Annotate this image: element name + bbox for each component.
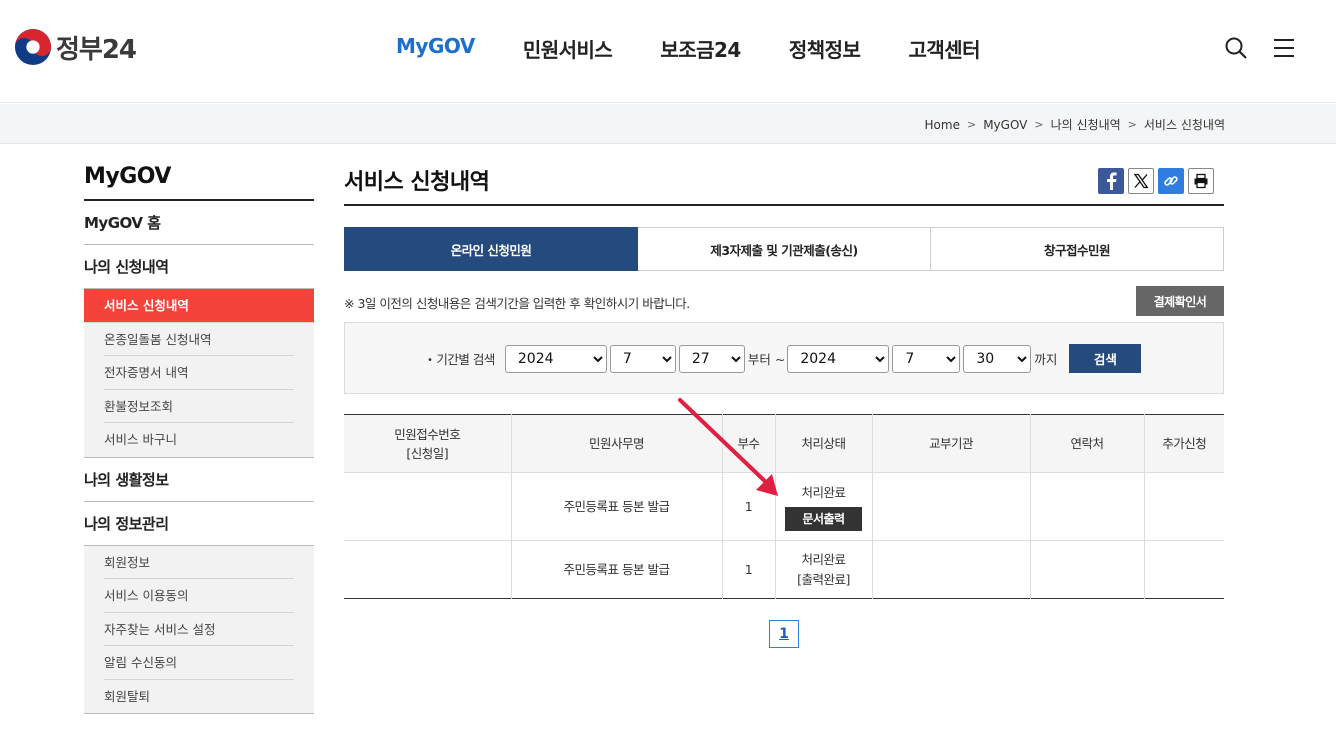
period-search-form: • 기간별 검색 2024 7 27 부터 ~ 2024 7 30 까지 검색 xyxy=(427,344,1142,373)
header-icons xyxy=(1224,36,1296,60)
x-share-button[interactable] xyxy=(1128,168,1154,194)
col-apply-date-label: [신청일] xyxy=(406,445,449,461)
payment-confirmation-button[interactable]: 결제확인서 xyxy=(1136,286,1224,316)
sidebar-item-service-consent[interactable]: 서비스 이용동의 xyxy=(104,579,294,613)
sidebar-item-mygov-home[interactable]: MyGOV 홈 xyxy=(84,201,314,245)
sidebar-item-my-life-info[interactable]: 나의 생활정보 xyxy=(84,458,314,502)
nav-customer-center[interactable]: 고객센터 xyxy=(884,34,1004,63)
col-receipt-number-label: 민원접수번호 xyxy=(394,426,461,442)
breadcrumb-mygov[interactable]: MyGOV xyxy=(983,118,1027,132)
application-tabs: 온라인 신청민원 제3자제출 및 기관제출(송신) 창구접수민원 xyxy=(344,227,1224,271)
link-icon xyxy=(1164,176,1178,186)
sidebar-item-favorite-services[interactable]: 자주찾는 서비스 설정 xyxy=(104,613,294,646)
col-contact: 연락처 xyxy=(1029,414,1144,473)
nav-civil-service[interactable]: 민원서비스 xyxy=(499,34,637,63)
page-title: 서비스 신청내역 xyxy=(344,164,1224,206)
cell-additional-request xyxy=(1143,472,1224,541)
from-text: 부터 ~ xyxy=(747,352,786,367)
cell-issuing-agency xyxy=(871,472,1030,541)
page-number-current[interactable]: 1 xyxy=(769,620,799,648)
from-year-select[interactable]: 2024 xyxy=(504,344,607,373)
cell-contact xyxy=(1029,540,1144,599)
breadcrumb-bar: Home > MyGOV > 나의 신청내역 > 서비스 신청내역 xyxy=(0,104,1336,144)
search-notice: ※ 3일 이전의 신청내용은 검색기간을 입력한 후 확인하시기 바랍니다. xyxy=(344,296,690,311)
copy-link-button[interactable] xyxy=(1158,168,1184,194)
status-text: 처리완료 xyxy=(801,551,846,567)
sidebar-item-e-certificates[interactable]: 전자증명서 내역 xyxy=(104,356,294,390)
sidebar-item-service-applications[interactable]: 서비스 신청내역 xyxy=(84,289,314,323)
cell-additional-request xyxy=(1143,540,1224,599)
cell-receipt-number xyxy=(344,541,511,599)
main-content: 서비스 신청내역 온라인 신청민원 제3자제출 및 기관제출(송신) 창구접수민… xyxy=(344,164,1224,648)
sidebar-submenu-applications: 서비스 신청내역 온종일돌봄 신청내역 전자증명서 내역 환불정보조회 서비스 … xyxy=(84,289,314,458)
cell-receipt-number xyxy=(344,472,511,541)
search-button[interactable]: 검색 xyxy=(1069,344,1142,373)
main-nav: MyGOV 민원서비스 보조금24 정책정보 고객센터 xyxy=(372,34,1004,63)
to-year-select[interactable]: 2024 xyxy=(787,344,890,373)
menu-icon[interactable] xyxy=(1272,36,1296,60)
to-day-select[interactable]: 30 xyxy=(963,344,1032,373)
breadcrumb-my-applications[interactable]: 나의 신청내역 xyxy=(1051,116,1121,133)
to-text: 까지 xyxy=(1034,352,1058,367)
tab-counter-applications[interactable]: 창구접수민원 xyxy=(931,227,1224,271)
period-search-box: • 기간별 검색 2024 7 27 부터 ~ 2024 7 30 까지 검색 xyxy=(344,322,1224,394)
x-icon xyxy=(1133,173,1149,189)
cell-copies: 1 xyxy=(721,540,775,599)
logo[interactable]: 정부24 xyxy=(14,28,137,66)
sidebar-item-my-info-management[interactable]: 나의 정보관리 xyxy=(84,502,314,546)
breadcrumb-home[interactable]: Home xyxy=(925,118,960,132)
nav-subsidy[interactable]: 보조금24 xyxy=(636,34,765,63)
sidebar-item-refund-info[interactable]: 환불정보조회 xyxy=(104,390,294,423)
print-document-button[interactable]: 문서출력 xyxy=(785,506,862,531)
chevron-right-icon: > xyxy=(1034,118,1044,131)
cell-contact xyxy=(1029,472,1144,541)
chevron-right-icon: > xyxy=(966,118,977,131)
annotation-arrow-icon xyxy=(678,398,778,496)
cell-status: 처리완료 [출력완료] xyxy=(774,540,872,599)
nav-policy[interactable]: 정책정보 xyxy=(765,34,885,63)
sidebar-item-notification-consent[interactable]: 알림 수신동의 xyxy=(104,646,294,680)
sidebar-item-member-info[interactable]: 회원정보 xyxy=(104,546,294,579)
sidebar-item-my-applications[interactable]: 나의 신청내역 xyxy=(84,245,314,289)
chevron-right-icon: > xyxy=(1127,118,1137,131)
from-day-select[interactable]: 27 xyxy=(678,344,745,373)
col-additional-request: 추가신청 xyxy=(1143,414,1224,473)
sidebar-submenu-info: 회원정보 서비스 이용동의 자주찾는 서비스 설정 알림 수신동의 회원탈퇴 xyxy=(84,545,314,714)
cell-issuing-agency xyxy=(871,540,1030,599)
share-toolbar xyxy=(1098,168,1214,194)
sidebar-item-allday-care[interactable]: 온종일돌봄 신청내역 xyxy=(104,323,294,356)
facebook-icon xyxy=(1107,172,1117,190)
bullet: • xyxy=(427,355,433,366)
period-search-label: • 기간별 검색 xyxy=(427,349,495,368)
sidebar-item-service-basket[interactable]: 서비스 바구니 xyxy=(104,423,294,457)
col-receipt-number: 민원접수번호 [신청일] xyxy=(344,414,511,473)
site-header: 정부24 MyGOV 민원서비스 보조금24 정책정보 고객센터 xyxy=(0,0,1336,103)
logo-text: 정부24 xyxy=(56,34,137,65)
taegeuk-logo-icon xyxy=(14,28,52,66)
breadcrumb: Home > MyGOV > 나의 신청내역 > 서비스 신청내역 xyxy=(925,116,1225,133)
period-search-label-text: 기간별 검색 xyxy=(436,352,495,367)
status-note: [출력완료] xyxy=(797,571,850,587)
cell-service-name: 주민등록표 등본 발급 xyxy=(510,540,722,599)
breadcrumb-service-applications[interactable]: 서비스 신청내역 xyxy=(1144,116,1225,133)
from-month-select[interactable]: 7 xyxy=(609,344,676,373)
printer-icon xyxy=(1194,173,1208,189)
sidebar: MyGOV MyGOV 홈 나의 신청내역 서비스 신청내역 온종일돌봄 신청내… xyxy=(84,164,314,714)
table-row: 주민등록표 등본 발급 1 처리완료 [출력완료] xyxy=(344,540,1224,599)
print-page-button[interactable] xyxy=(1188,168,1214,194)
to-month-select[interactable]: 7 xyxy=(892,344,961,373)
facebook-share-button[interactable] xyxy=(1098,168,1124,194)
tab-third-party-submission[interactable]: 제3자제출 및 기관제출(송신) xyxy=(638,227,931,271)
sidebar-title: MyGOV xyxy=(84,164,314,201)
search-icon[interactable] xyxy=(1224,36,1248,60)
sidebar-item-withdraw[interactable]: 회원탈퇴 xyxy=(104,680,294,714)
col-issuing-agency: 교부기관 xyxy=(871,414,1030,473)
tab-online-applications[interactable]: 온라인 신청민원 xyxy=(344,227,638,271)
nav-mygov[interactable]: MyGOV xyxy=(372,34,499,63)
